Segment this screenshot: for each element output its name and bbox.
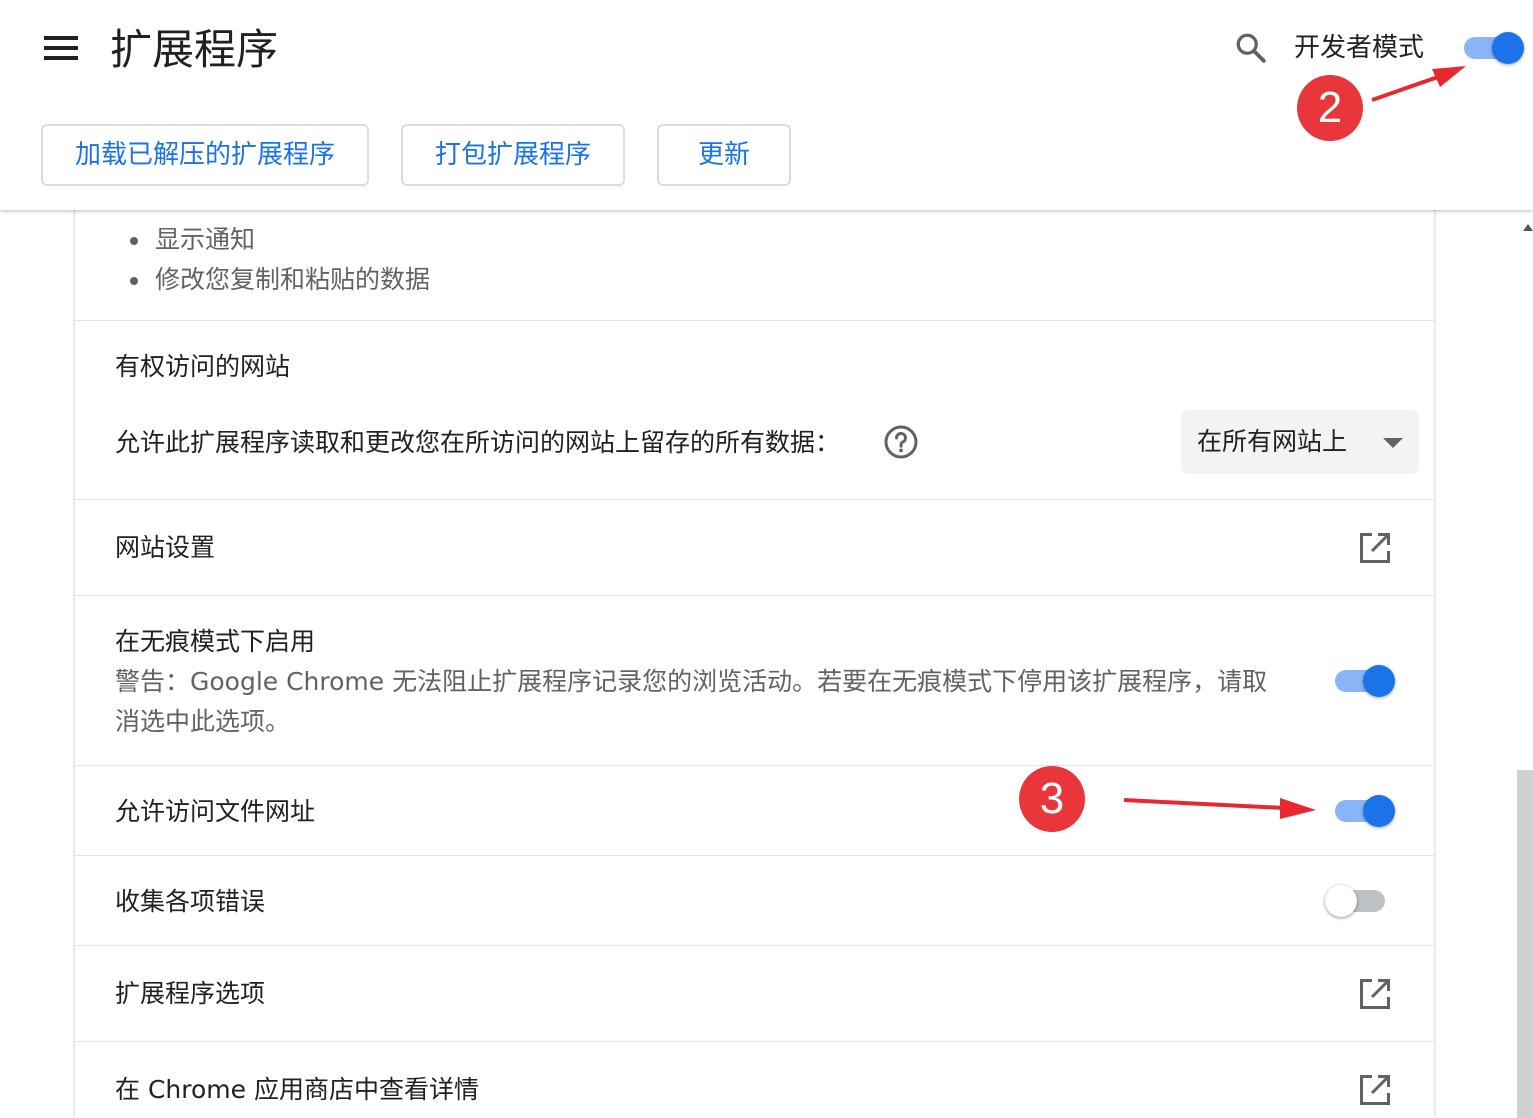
incognito-warning: 警告：Google Chrome 无法阻止扩展程序记录您的浏览活动。若要在无痕模…: [115, 667, 1268, 736]
file-urls-label: 允许访问文件网址: [115, 797, 316, 826]
annotation-badge-2: 2: [1297, 75, 1363, 141]
divider: [75, 499, 1434, 500]
scrollbar-thumb[interactable]: [1517, 770, 1533, 1118]
site-access-selected-value: 在所有网站上: [1197, 427, 1348, 456]
divider: [75, 320, 1434, 321]
site-access-title: 有权访问的网站: [115, 352, 291, 381]
collect-errors-toggle[interactable]: [1325, 883, 1389, 919]
site-settings-label: 网站设置: [115, 533, 216, 562]
help-circle-icon[interactable]: [883, 424, 919, 460]
permission-item: 显示通知: [129, 220, 430, 260]
divider: [75, 855, 1434, 856]
annotation-arrow-2: [1371, 66, 1466, 102]
annotation-arrow-3: [1123, 798, 1316, 819]
extension-details-card: 显示通知 修改您复制和粘贴的数据 有权访问的网站 允许此扩展程序读取和更改您在所…: [74, 210, 1435, 1118]
collect-errors-label: 收集各项错误: [115, 887, 266, 916]
open-in-new-icon[interactable]: [1357, 976, 1393, 1012]
permissions-list: 显示通知 修改您复制和粘贴的数据: [129, 220, 430, 300]
scrollbar-up-arrow[interactable]: [1523, 224, 1533, 231]
site-access-select[interactable]: 在所有网站上: [1181, 410, 1419, 474]
extension-options-label: 扩展程序选项: [115, 979, 266, 1008]
open-in-new-icon[interactable]: [1357, 1072, 1393, 1108]
incognito-title: 在无痕模式下启用: [115, 627, 316, 656]
open-in-new-icon[interactable]: [1357, 530, 1393, 566]
divider: [75, 1041, 1434, 1042]
annotation-badge-3: 3: [1019, 766, 1085, 832]
web-store-label: 在 Chrome 应用商店中查看详情: [115, 1075, 479, 1104]
search-icon[interactable]: [1233, 30, 1269, 66]
file-urls-toggle[interactable]: [1331, 793, 1395, 829]
site-access-description: 允许此扩展程序读取和更改您在所访问的网站上留存的所有数据：: [115, 428, 841, 457]
pack-extension-button[interactable]: 打包扩展程序: [401, 124, 625, 186]
update-button[interactable]: 更新: [657, 124, 791, 186]
load-unpacked-button[interactable]: 加载已解压的扩展程序: [41, 124, 369, 186]
permission-item: 修改您复制和粘贴的数据: [129, 260, 430, 300]
divider: [75, 595, 1434, 596]
incognito-toggle[interactable]: [1331, 663, 1395, 699]
menu-icon[interactable]: [44, 34, 78, 62]
page-title: 扩展程序: [110, 25, 279, 74]
caret-down-icon: [1383, 438, 1403, 448]
divider: [75, 945, 1434, 946]
divider: [75, 765, 1434, 766]
